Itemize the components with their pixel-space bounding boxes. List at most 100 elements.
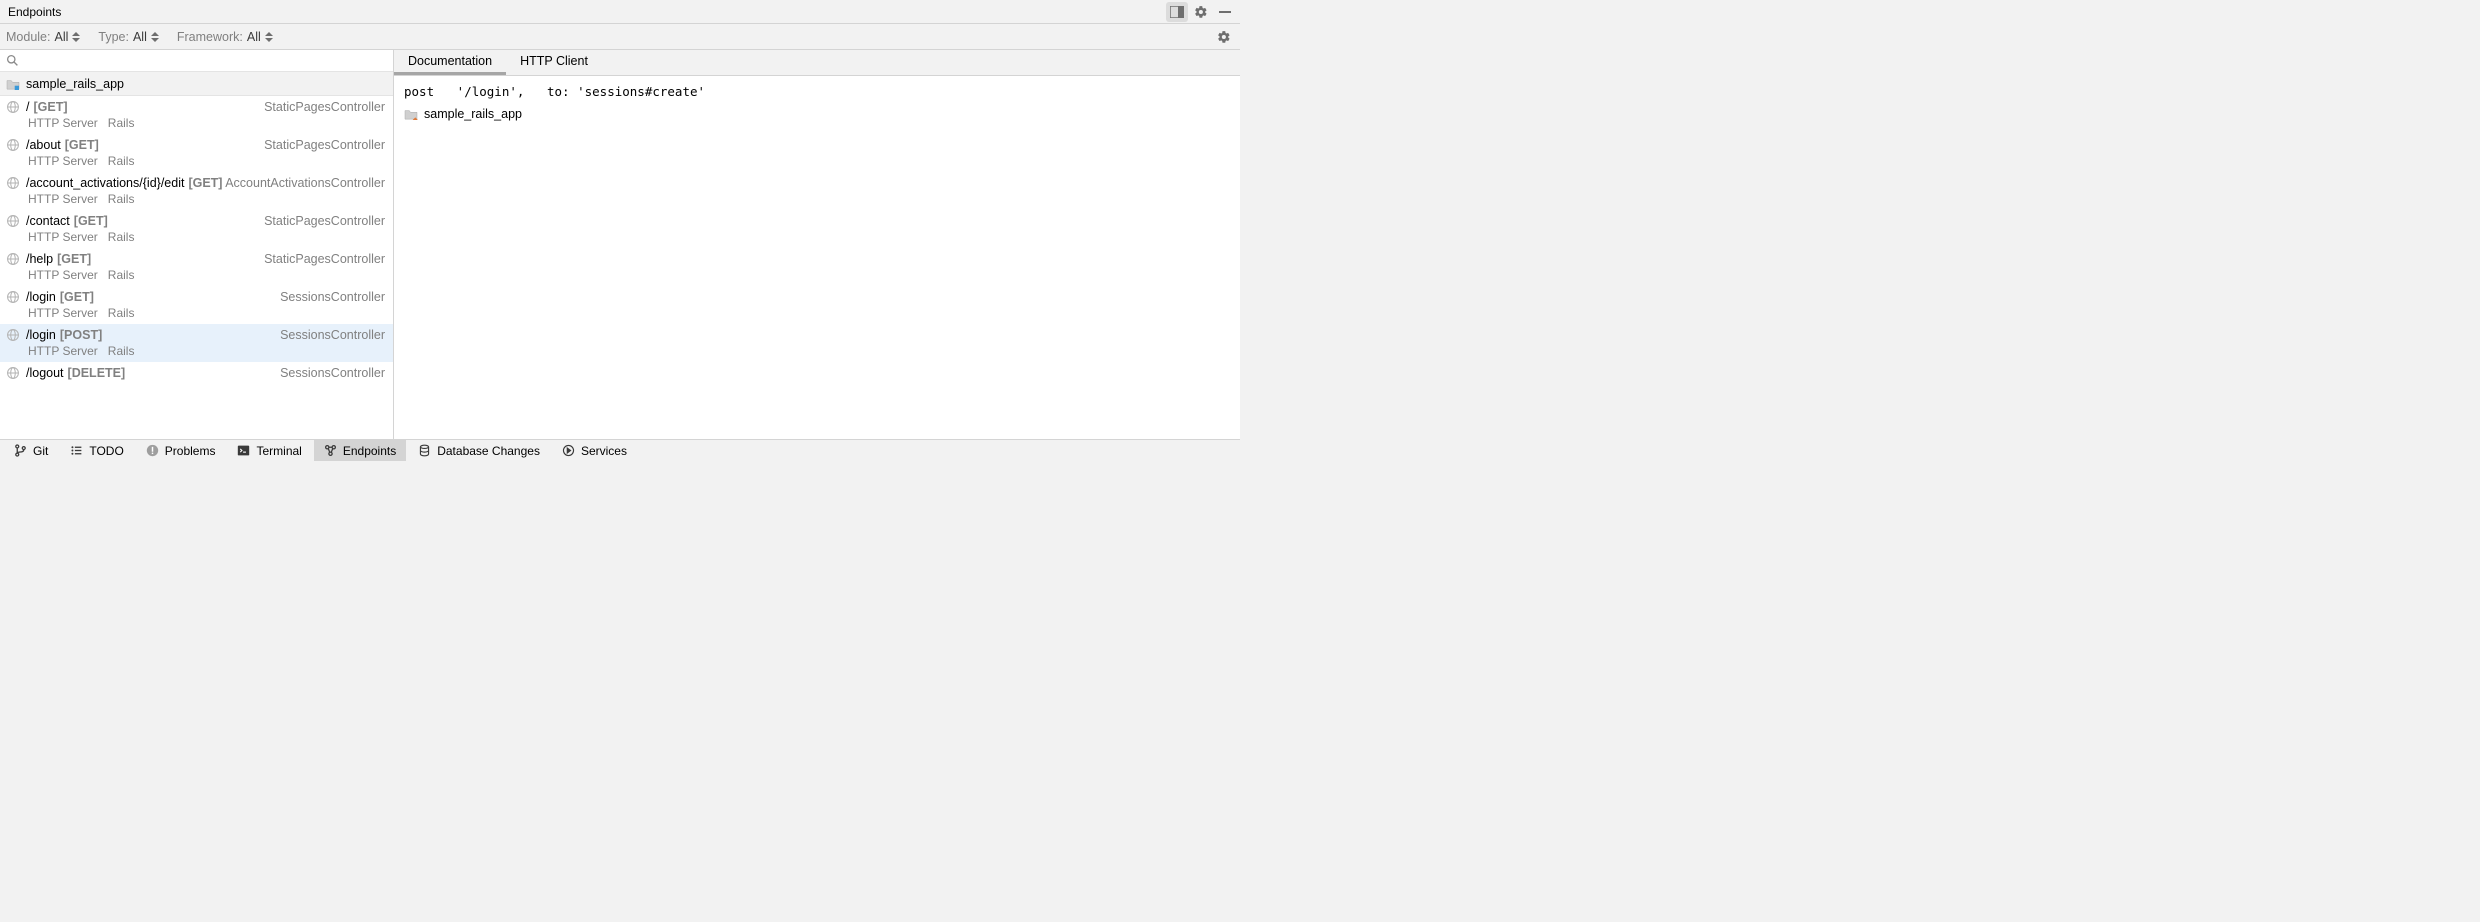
filter-framework-value: All <box>247 30 261 44</box>
gear-icon <box>1194 5 1208 19</box>
endpoint-method: [GET] <box>33 100 67 114</box>
route-definition-code: post '/login', to: 'sessions#create' <box>404 84 1230 99</box>
tool-window-title: Endpoints <box>8 5 61 19</box>
project-reference[interactable]: sample_rails_app <box>404 107 1230 121</box>
endpoint-item[interactable]: /login [GET] SessionsController HTTP Server… <box>0 286 393 324</box>
module-icon <box>6 78 20 90</box>
module-icon <box>404 108 418 120</box>
filter-framework-dropdown[interactable]: Framework: All <box>177 30 273 44</box>
tool-label: Services <box>581 444 627 458</box>
updown-icon <box>72 32 80 42</box>
endpoint-path: /account_activations/{id}/edit <box>26 176 184 190</box>
endpoint-item[interactable]: /about [GET] StaticPagesController HTTP Ser… <box>0 134 393 172</box>
endpoint-item[interactable]: /login[POST]SessionsControllerHTTP Serve… <box>0 324 393 362</box>
project-row[interactable]: sample_rails_app <box>0 72 393 96</box>
filter-framework-label: Framework: <box>177 30 243 44</box>
endpoint-controller: SessionsController <box>280 366 385 380</box>
endpoint-framework: Rails <box>108 116 135 130</box>
search-icon <box>6 54 19 67</box>
endpoint-path: / <box>26 100 29 114</box>
endpoint-item[interactable]: /contact [GET] StaticPagesController HTTP S… <box>0 210 393 248</box>
endpoint-server: HTTP Server <box>28 306 98 320</box>
endpoint-method: [GET] <box>74 214 108 228</box>
tab-http-client[interactable]: HTTP Client <box>506 50 602 75</box>
tool-label: Git <box>33 444 48 458</box>
endpoint-server: HTTP Server <box>28 154 98 168</box>
tool-label: Database Changes <box>437 444 540 458</box>
endpoint-method: [POST] <box>60 328 102 342</box>
list-icon <box>70 444 83 457</box>
tool-label: TODO <box>89 444 123 458</box>
endpoint-method: [GET] <box>57 252 91 266</box>
globe-icon <box>6 176 20 190</box>
endpoint-method: [GET] <box>60 290 94 304</box>
tool-services[interactable]: Services <box>552 440 637 461</box>
endpoint-item[interactable]: /account_activations/{id}/edit [GET]Accou… <box>0 172 393 210</box>
filter-module-value: All <box>54 30 68 44</box>
endpoint-method: [GET] <box>65 138 99 152</box>
tool-todo[interactable]: TODO <box>60 440 133 461</box>
endpoint-path: /logout <box>26 366 64 380</box>
terminal-icon <box>237 444 250 457</box>
tool-terminal[interactable]: Terminal <box>227 440 311 461</box>
filter-settings-button[interactable] <box>1214 27 1234 47</box>
tool-label: Terminal <box>256 444 301 458</box>
filter-module-label: Module: <box>6 30 50 44</box>
play-icon <box>562 444 575 457</box>
minimize-icon <box>1219 11 1231 13</box>
filter-type-label: Type: <box>98 30 129 44</box>
endpoint-server: HTTP Server <box>28 192 98 206</box>
endpoint-path: /about <box>26 138 61 152</box>
endpoint-path: /contact <box>26 214 70 228</box>
warning-icon <box>146 444 159 457</box>
endpoints-icon <box>324 444 337 457</box>
tool-endpoints[interactable]: Endpoints <box>314 440 406 461</box>
tool-settings-button[interactable] <box>1190 2 1212 22</box>
endpoint-controller: StaticPagesController <box>264 138 385 152</box>
project-reference-label: sample_rails_app <box>424 107 522 121</box>
globe-icon <box>6 328 20 342</box>
globe-icon <box>6 252 20 266</box>
endpoint-path: /help <box>26 252 53 266</box>
tab-documentation[interactable]: Documentation <box>394 50 506 75</box>
tool-database-changes[interactable]: Database Changes <box>408 440 550 461</box>
endpoint-controller: StaticPagesController <box>264 214 385 228</box>
tool-label: Problems <box>165 444 216 458</box>
globe-icon <box>6 138 20 152</box>
filter-type-value: All <box>133 30 147 44</box>
endpoint-item[interactable]: /help [GET] StaticPagesController HTTP Serv… <box>0 248 393 286</box>
dock-toggle-button[interactable] <box>1166 2 1188 22</box>
endpoint-framework: Rails <box>108 192 135 206</box>
endpoint-server: HTTP Server <box>28 116 98 130</box>
endpoint-framework: Rails <box>108 230 135 244</box>
search-input[interactable] <box>23 54 387 68</box>
tool-problems[interactable]: Problems <box>136 440 226 461</box>
globe-icon <box>6 214 20 228</box>
globe-icon <box>6 100 20 114</box>
tool-git[interactable]: Git <box>4 440 58 461</box>
filter-type-dropdown[interactable]: Type: All <box>98 30 158 44</box>
endpoint-framework: Rails <box>108 306 135 320</box>
filter-module-dropdown[interactable]: Module: All <box>6 30 80 44</box>
gear-icon <box>1217 30 1231 44</box>
minimize-button[interactable] <box>1214 2 1236 22</box>
endpoint-controller: SessionsController <box>280 328 385 342</box>
db-icon <box>418 444 431 457</box>
endpoint-server: HTTP Server <box>28 268 98 282</box>
tool-label: Endpoints <box>343 444 396 458</box>
globe-icon <box>6 366 20 380</box>
endpoint-method: [DELETE] <box>68 366 126 380</box>
endpoint-controller: StaticPagesController <box>264 252 385 266</box>
updown-icon <box>151 32 159 42</box>
endpoint-server: HTTP Server <box>28 230 98 244</box>
endpoint-method: [GET] <box>188 176 222 190</box>
endpoint-path: /login <box>26 290 56 304</box>
endpoint-controller: SessionsController <box>280 290 385 304</box>
branch-icon <box>14 444 27 457</box>
endpoint-item[interactable]: /logout [DELETE] SessionsController <box>0 362 393 384</box>
endpoint-item[interactable]: / [GET] StaticPagesController HTTP Server Ra… <box>0 96 393 134</box>
endpoint-framework: Rails <box>108 154 135 168</box>
endpoint-framework: Rails <box>108 268 135 282</box>
endpoint-controller: StaticPagesController <box>264 100 385 114</box>
endpoint-controller: AccountActivationsController <box>225 176 385 190</box>
